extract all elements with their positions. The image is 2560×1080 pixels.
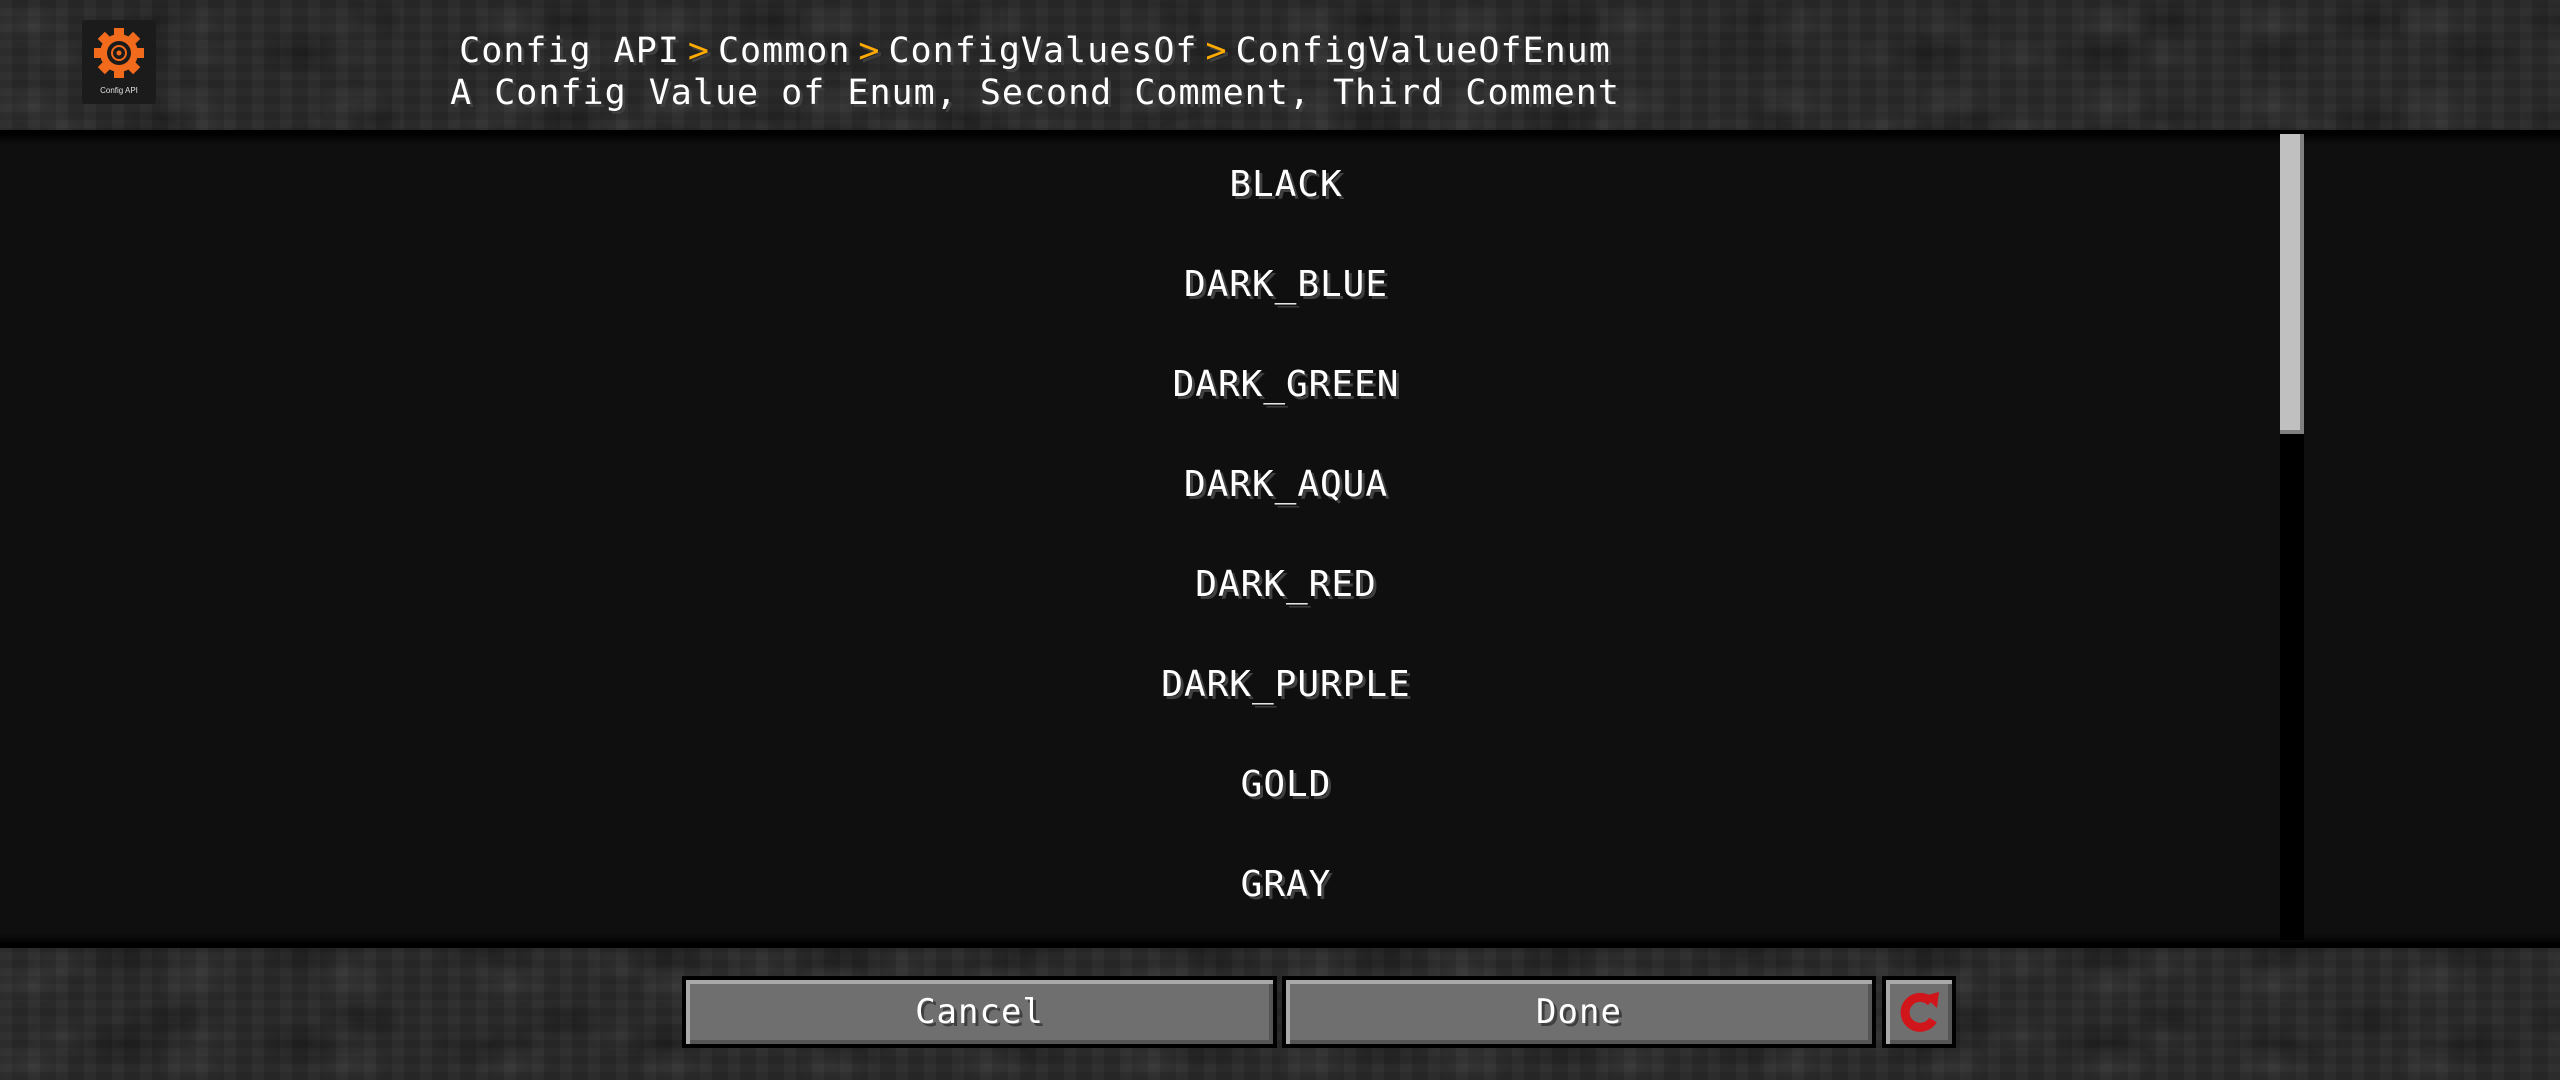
reset-button[interactable] — [1882, 976, 1956, 1048]
breadcrumb-separator: > — [1205, 31, 1228, 71]
cancel-button[interactable]: Cancel — [682, 976, 1277, 1048]
reset-icon — [1900, 992, 1939, 1032]
enum-value-list: BLACK DARK_BLUE DARK_GREEN DARK_AQUA DAR… — [0, 130, 2560, 948]
screen-header: Config API > Common > ConfigValuesOf > ConfigV… — [420, 30, 1650, 114]
breadcrumb-separator: > — [858, 31, 881, 71]
done-button[interactable]: Done — [1282, 976, 1876, 1048]
enum-option-black[interactable]: BLACK — [0, 164, 2560, 205]
enum-option-dark-aqua[interactable]: DARK_AQUA — [0, 464, 2560, 505]
gear-icon — [94, 28, 144, 78]
enum-option-dark-red[interactable]: DARK_RED — [0, 564, 2560, 605]
enum-option-gold[interactable]: GOLD — [0, 764, 2560, 805]
logo-label: Config API — [100, 86, 138, 95]
enum-option-dark-blue[interactable]: DARK_BLUE — [0, 264, 2560, 305]
config-comment-subtitle: A Config Value of Enum, Second Comment, … — [450, 73, 1620, 113]
enum-option-gray[interactable]: GRAY — [0, 864, 2560, 905]
breadcrumb-item-config-values-of: ConfigValuesOf — [888, 31, 1198, 71]
breadcrumb-item-common: Common — [717, 31, 851, 71]
breadcrumb: Config API > Common > ConfigValuesOf > ConfigV… — [420, 30, 1650, 72]
breadcrumb-item-config-value-of-enum: ConfigValueOfEnum — [1235, 31, 1611, 71]
breadcrumb-separator: > — [687, 31, 710, 71]
enum-option-dark-green[interactable]: DARK_GREEN — [0, 364, 2560, 405]
config-api-logo: Config API — [82, 20, 156, 104]
scrollbar-thumb[interactable] — [2280, 134, 2304, 434]
breadcrumb-item-config-api: Config API — [459, 31, 680, 71]
enum-option-dark-purple[interactable]: DARK_PURPLE — [0, 664, 2560, 705]
